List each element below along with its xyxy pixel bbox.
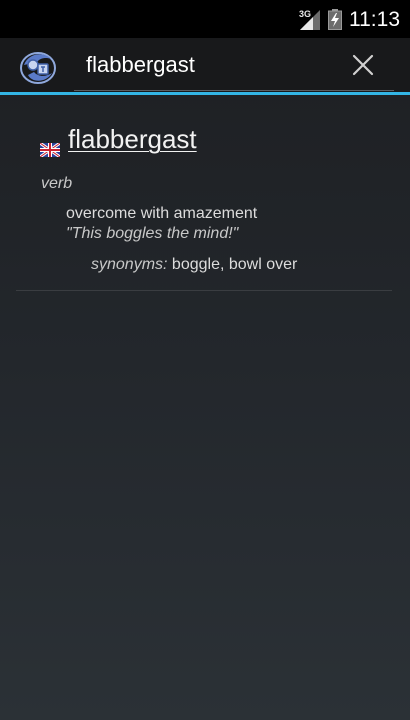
synonyms-line: synonyms: boggle, bowl over (91, 256, 297, 274)
screen: 3G 11:13 flabbergast flabbergast verb ov… (0, 0, 410, 720)
uk-flag-icon (40, 143, 60, 157)
definition-entry: flabbergast verb overcome with amazement… (16, 110, 392, 291)
synonyms-label: synonyms: (91, 256, 168, 273)
search-box (74, 38, 394, 91)
definition-text: overcome with amazement (66, 205, 258, 222)
clock: 11:13 (349, 8, 400, 31)
close-icon[interactable] (346, 48, 380, 82)
status-bar: 3G 11:13 (0, 0, 410, 38)
action-bar-accent-line (0, 92, 410, 95)
signal-strength-icon (300, 10, 320, 30)
battery-charging-icon (328, 9, 342, 30)
action-bar (0, 38, 410, 95)
example-sentence: "This boggles the mind!" (66, 225, 239, 242)
headword-link[interactable]: flabbergast (68, 124, 197, 155)
synonyms-list: boggle, bowl over (171, 256, 298, 273)
search-input[interactable] (86, 50, 336, 80)
part-of-speech: verb (41, 175, 73, 192)
dictionary-app-icon[interactable] (18, 47, 58, 87)
